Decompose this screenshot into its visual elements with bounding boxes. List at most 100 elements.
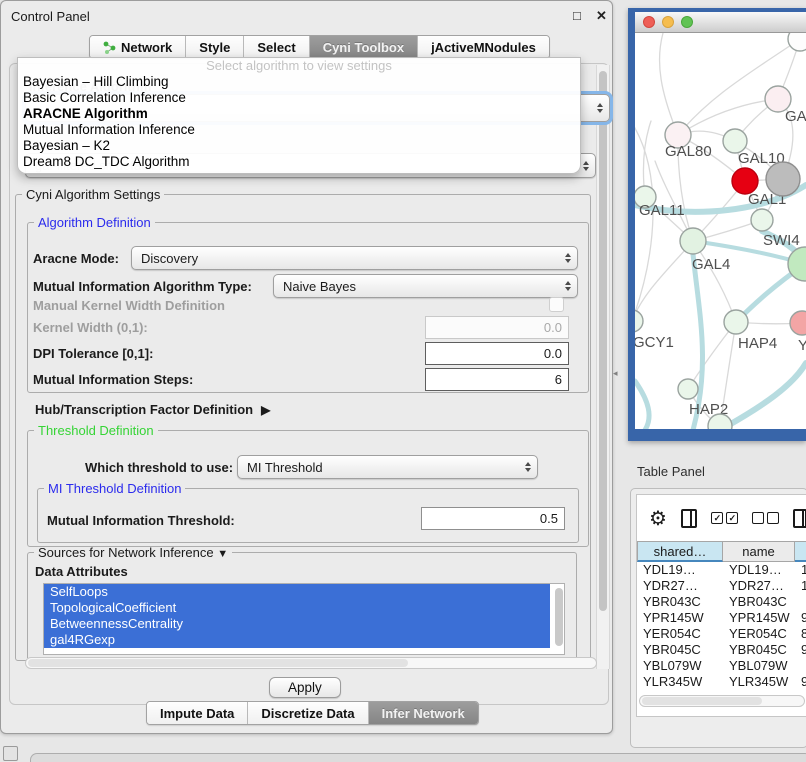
table-cell: YDL19… — [637, 562, 723, 578]
tab-impute-data[interactable]: Impute Data — [147, 702, 247, 724]
node-hap4[interactable] — [724, 310, 748, 334]
settings-vertical-scrollbar[interactable] — [596, 65, 610, 669]
algorithm-dropdown-popup: Select algorithm to view settings Bayesi… — [17, 57, 581, 174]
table-cell: 8. — [795, 626, 806, 642]
dropdown-prompt: Select algorithm to view settings — [18, 58, 580, 74]
gear-icon[interactable]: ⚙ — [649, 506, 667, 531]
close-window-icon[interactable]: ✕ — [596, 8, 607, 24]
node-gal4[interactable] — [680, 228, 706, 254]
node-hap2[interactable] — [678, 379, 698, 399]
table-row[interactable]: YBR045CYBR045C9. — [637, 642, 806, 658]
node-swi4[interactable] — [751, 209, 773, 231]
column-header-name[interactable]: name — [723, 541, 795, 562]
algorithm-option-bayesian-k2[interactable]: Bayesian – K2 — [18, 138, 580, 154]
tab-discretize-data[interactable]: Discretize Data — [247, 702, 367, 724]
table-mode-icon[interactable] — [793, 509, 806, 528]
dpi-tolerance-field[interactable]: 0.0 — [425, 342, 569, 365]
algorithm-option-aracne-algorithm[interactable]: ARACNE Algorithm — [18, 106, 580, 122]
hscrollbar-thumb[interactable] — [28, 659, 408, 667]
table-cell: YBR045C — [637, 642, 723, 658]
tab-label: Style — [199, 40, 230, 55]
table-row[interactable]: YLR345WYLR345W9. — [637, 674, 806, 690]
combo-arrows-icon — [525, 456, 531, 478]
node-top-node[interactable] — [788, 33, 806, 51]
table-row[interactable]: YER054CYER054C8. — [637, 626, 806, 642]
data-attributes-list[interactable]: SelfLoopsTopologicalCoefficientBetweenne… — [43, 583, 565, 655]
kernel-width-field[interactable]: 0.0 — [425, 316, 569, 339]
algorithm-option-basic-correlation-inference[interactable]: Basic Correlation Inference — [18, 90, 580, 106]
combo-arrows-icon — [565, 275, 571, 297]
manual-kernel-checkbox[interactable] — [549, 297, 564, 312]
apply-button[interactable]: Apply — [269, 677, 341, 698]
algorithm-option-dream8-dc-tdc-algorithm[interactable]: Dream8 DC_TDC Algorithm — [18, 154, 580, 170]
table-row[interactable]: YBR043CYBR043C — [637, 594, 806, 610]
sources-toggle[interactable]: Sources for Network Inference ▼ — [34, 545, 232, 560]
settings-scrollbar-thumb[interactable] — [599, 71, 607, 611]
attribute-item-topologicalcoefficient[interactable]: TopologicalCoefficient — [44, 600, 550, 616]
table-cell: YER054C — [723, 626, 795, 642]
zoom-traffic-light-icon[interactable] — [681, 16, 693, 28]
close-traffic-light-icon[interactable] — [643, 16, 655, 28]
tab-select[interactable]: Select — [243, 36, 308, 58]
table-row[interactable]: YDL19…YDL19…13 — [637, 562, 806, 578]
deselect-all-checks-icon[interactable] — [752, 512, 779, 524]
control-panel-tab-bar: Network Style SelectCyni Toolbox jActiveMNo… — [89, 35, 550, 59]
restore-panel-icon[interactable] — [3, 746, 18, 761]
table-row[interactable]: YPR145WYPR145W9. — [637, 610, 806, 626]
tab-jactivemnodules[interactable]: jActiveMNodules — [417, 36, 549, 58]
collapse-down-icon: ▼ — [217, 548, 228, 560]
column-header-2[interactable] — [795, 541, 806, 562]
table-row[interactable]: YDR27…YDR27…12 — [637, 578, 806, 594]
table-cell: 9. — [795, 674, 806, 690]
table-header-row: shared…name — [637, 541, 806, 562]
which-threshold-combo[interactable]: MI Threshold — [237, 455, 538, 479]
algorithm-definition-title: Algorithm Definition — [34, 215, 155, 230]
node-label-gcy1: GCY1 — [635, 334, 674, 351]
network-window-titlebar[interactable] — [635, 12, 806, 33]
float-window-icon[interactable]: □ — [573, 8, 581, 23]
tab-label: jActiveMNodules — [431, 40, 536, 55]
list-scrollbar-thumb[interactable] — [555, 588, 563, 646]
tab-label: Discretize Data — [261, 706, 354, 721]
node-salmon-node[interactable] — [790, 311, 806, 335]
table-row[interactable]: YIL052CYIL052C9 — [637, 690, 806, 693]
mi-type-label: Mutual Information Algorithm Type: — [33, 279, 252, 294]
node-gray-node[interactable] — [766, 162, 800, 196]
attribute-item-gal4rgexp[interactable]: gal4RGexp — [44, 632, 550, 648]
minimize-traffic-light-icon[interactable] — [662, 16, 674, 28]
table-cell: YBR043C — [723, 594, 795, 610]
table-horizontal-scrollbar[interactable] — [639, 695, 805, 707]
mi-type-combo[interactable]: Naive Bayes — [273, 274, 578, 298]
algorithm-option-mutual-information-inference[interactable]: Mutual Information Inference — [18, 122, 580, 138]
node-label-swi4: SWI4 — [763, 232, 800, 249]
attribute-item-betweennesscentrality[interactable]: BetweennessCentrality — [44, 616, 550, 632]
table-row[interactable]: YBL079WYBL079W — [637, 658, 806, 674]
aracne-mode-combo[interactable]: Discovery — [131, 246, 578, 270]
attribute-item-selfloops[interactable]: SelfLoops — [44, 584, 550, 600]
combo-arrows-icon — [565, 247, 571, 269]
mi-steps-field[interactable]: 6 — [425, 368, 569, 391]
table-cell: YBR045C — [723, 642, 795, 658]
tab-style[interactable]: Style — [185, 36, 243, 58]
network-canvas[interactable]: GALGAL80GAL10GAL1GAL11SWI4GAL4GCY1HAP4YH… — [635, 33, 806, 429]
table-hscroll-thumb[interactable] — [642, 697, 762, 705]
manual-kernel-label: Manual Kernel Width Definition — [33, 298, 225, 313]
select-all-checks-icon[interactable]: ✓✓ — [711, 512, 738, 524]
column-layout-icon[interactable] — [681, 509, 697, 528]
collapse-left-icon[interactable]: ◂ — [613, 368, 618, 379]
column-header-shared-[interactable]: shared… — [637, 541, 723, 562]
table-cell: YDR27… — [637, 578, 723, 594]
sources-title: Sources for Network Inference — [38, 545, 214, 560]
node-gcy1[interactable] — [635, 310, 643, 332]
tab-network[interactable]: Network — [90, 36, 185, 58]
tab-cyni-toolbox[interactable]: Cyni Toolbox — [309, 36, 417, 58]
network-window: GALGAL80GAL10GAL1GAL11SWI4GAL4GCY1HAP4YH… — [628, 8, 806, 441]
node-label-hap4: HAP4 — [738, 335, 777, 352]
collapsed-bottom-panel[interactable] — [30, 753, 806, 762]
mi-threshold-field[interactable]: 0.5 — [421, 507, 565, 530]
algorithm-option-bayesian-hill-climbing[interactable]: Bayesian – Hill Climbing — [18, 74, 580, 90]
kernel-width-label: Kernel Width (0,1): — [33, 320, 148, 335]
tab-infer-network[interactable]: Infer Network — [368, 702, 478, 724]
settings-horizontal-scrollbar[interactable] — [25, 657, 597, 669]
hub-definition-toggle[interactable]: Hub/Transcription Factor Definition ▶ — [35, 402, 270, 417]
